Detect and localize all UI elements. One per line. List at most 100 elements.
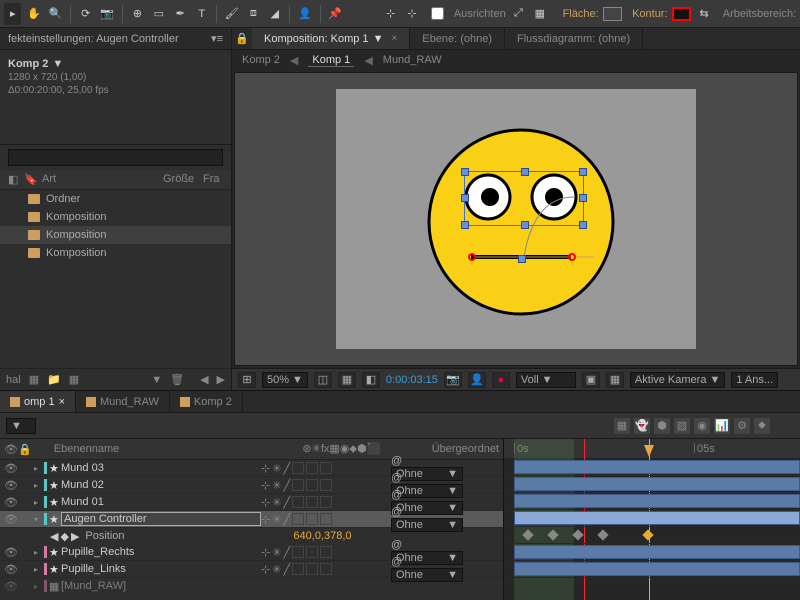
parent-dropdown[interactable]: Ohne▼ (391, 518, 463, 532)
keyframe-icon[interactable] (572, 529, 583, 540)
layer-name[interactable]: Mund 01 (61, 496, 261, 508)
new-comp-icon[interactable]: ▦ (69, 373, 79, 386)
timecode-display[interactable]: 0:00:03:15 (386, 374, 438, 386)
visibility-icon[interactable]: 👁 (4, 479, 18, 492)
layer-name-col[interactable]: Ebenenname (44, 443, 303, 455)
layer-name[interactable]: Pupille_Rechts (61, 546, 261, 558)
track-row[interactable] (504, 544, 800, 561)
puppet-tool[interactable]: 📌 (326, 3, 343, 25)
frame-blend-icon[interactable]: ▧ (674, 418, 690, 434)
layer-color-label[interactable] (44, 563, 47, 575)
keyframe-icon[interactable] (522, 529, 533, 540)
layer-color-label[interactable] (44, 479, 47, 491)
transparency-icon[interactable]: ▦ (606, 372, 624, 388)
layer-row[interactable]: 👁 ▸ ★ Pupille_Links ⊹✳╱ @ Ohne▼ (0, 561, 503, 578)
track-row[interactable] (504, 459, 800, 476)
panel-menu-icon[interactable]: ▾≡ (211, 32, 223, 45)
anchor-point[interactable] (468, 253, 476, 261)
twirl-icon[interactable]: ▸ (34, 565, 44, 574)
layer-color-label[interactable] (44, 496, 47, 508)
show-snapshot-icon[interactable]: 👤 (468, 372, 486, 388)
layer-color-label[interactable] (44, 513, 47, 525)
align-checkbox[interactable] (431, 7, 444, 20)
zoom-tool[interactable]: 🔍 (47, 3, 64, 25)
label-col[interactable]: ◧ (8, 173, 24, 186)
pickwhip-icon[interactable]: @ (391, 455, 402, 467)
graph-icon[interactable]: 📊 (714, 418, 730, 434)
camera-tool[interactable]: 📷 (98, 3, 115, 25)
mask-icon[interactable]: ◧ (362, 372, 380, 388)
flowchart-tab[interactable]: Flussdiagramm: (ohne) (505, 28, 643, 49)
keyframe-icon[interactable] (642, 529, 653, 540)
prev-key-icon[interactable]: ◀ (50, 530, 58, 543)
anchor-tool[interactable]: ⊕ (129, 3, 146, 25)
parent-col[interactable]: Übergeordnet (432, 443, 499, 455)
visibility-icon[interactable]: 👁 (4, 462, 18, 475)
crumb[interactable]: Komp 2 (242, 54, 280, 66)
roto-tool[interactable]: 👤 (296, 3, 313, 25)
visibility-icon[interactable]: 👁 (4, 496, 18, 509)
comp-tab[interactable]: Komposition: Komp 1 ▼ × (252, 28, 410, 49)
twirl-icon[interactable]: ▸ (34, 498, 44, 507)
pickwhip-icon[interactable]: @ (391, 539, 402, 551)
layer-color-label[interactable] (44, 462, 47, 474)
motion-blur-icon[interactable]: ◉ (694, 418, 710, 434)
track-row[interactable] (504, 476, 800, 493)
comp-mini-icon[interactable]: ▦ (614, 418, 630, 434)
project-item[interactable]: Komposition (0, 226, 231, 244)
twirl-icon[interactable]: ▸ (34, 582, 44, 591)
track-row[interactable] (504, 493, 800, 510)
layer-row[interactable]: 👁 ▾ ★ Augen Controller ⊹✳╱ @ Ohne▼ (0, 511, 503, 528)
scroll-right[interactable]: ▶ (217, 373, 225, 386)
project-search-input[interactable] (8, 149, 223, 166)
visibility-icon[interactable]: 👁 (4, 546, 18, 559)
tab-dropdown-icon[interactable]: ▼ (373, 33, 384, 45)
keyframe-icon[interactable] (547, 529, 558, 540)
visibility-icon[interactable]: 👁 (4, 563, 18, 576)
selection-tool[interactable]: ▸ (4, 3, 21, 25)
interpret-icon[interactable]: ▦ (29, 373, 39, 386)
auto-key-icon[interactable]: ⬥ (754, 418, 770, 434)
new-folder-icon[interactable]: 📁 (47, 373, 61, 386)
visibility-icon[interactable]: 👁 (4, 513, 18, 526)
track-row[interactable] (504, 510, 800, 527)
camera-dropdown[interactable]: Aktive Kamera▼ (630, 372, 725, 388)
brush-tool[interactable]: 🖌 (223, 3, 240, 25)
stroke-swatch[interactable] (672, 7, 692, 21)
twirl-icon[interactable]: ▸ (34, 548, 44, 557)
snap-icon[interactable]: ⤢ (510, 3, 527, 25)
axis-mode[interactable]: ⊹ (382, 3, 399, 25)
visibility-icon[interactable]: 👁 (4, 580, 18, 593)
canvas[interactable] (336, 89, 696, 349)
res-icon[interactable]: ◫ (314, 372, 332, 388)
next-key-icon[interactable]: ▶ (71, 530, 79, 543)
type-col[interactable]: Art (42, 173, 163, 186)
layer-name[interactable]: [Mund_RAW] (61, 580, 499, 592)
roi-icon[interactable]: ▣ (582, 372, 600, 388)
layer-name[interactable]: Augen Controller (61, 512, 261, 526)
pen-tool[interactable]: ✒ (172, 3, 189, 25)
hand-tool[interactable]: ✋ (25, 3, 42, 25)
scroll-left[interactable]: ◀ (200, 373, 208, 386)
timeline-tab[interactable]: Komp 2 (170, 391, 243, 412)
track-row[interactable] (504, 561, 800, 578)
crumb[interactable]: Komp 1 (308, 54, 354, 67)
axis-mode-2[interactable]: ⊹ (403, 3, 420, 25)
viewport[interactable] (234, 72, 798, 366)
keyframe-icon[interactable] (597, 529, 608, 540)
stamp-tool[interactable]: ⧈ (245, 3, 262, 25)
crumb[interactable]: Mund_RAW (383, 54, 442, 66)
fill-swatch[interactable] (603, 7, 622, 21)
quality-dropdown[interactable]: Voll▼ (516, 372, 576, 388)
brainstorm-icon[interactable]: ⚙ (734, 418, 750, 434)
project-item[interactable]: Ordner (0, 190, 231, 208)
guides-icon[interactable]: ▦ (338, 372, 356, 388)
dropdown-icon[interactable]: ▼ (52, 58, 63, 70)
swap-colors-icon[interactable]: ⇆ (695, 3, 712, 25)
twirl-icon[interactable]: ▾ (34, 515, 44, 524)
text-tool[interactable]: T (193, 3, 210, 25)
project-item[interactable]: Komposition (0, 208, 231, 226)
anchor-point[interactable] (568, 253, 576, 261)
close-icon[interactable]: × (59, 396, 65, 408)
3d-icon[interactable]: ⬢ (654, 418, 670, 434)
